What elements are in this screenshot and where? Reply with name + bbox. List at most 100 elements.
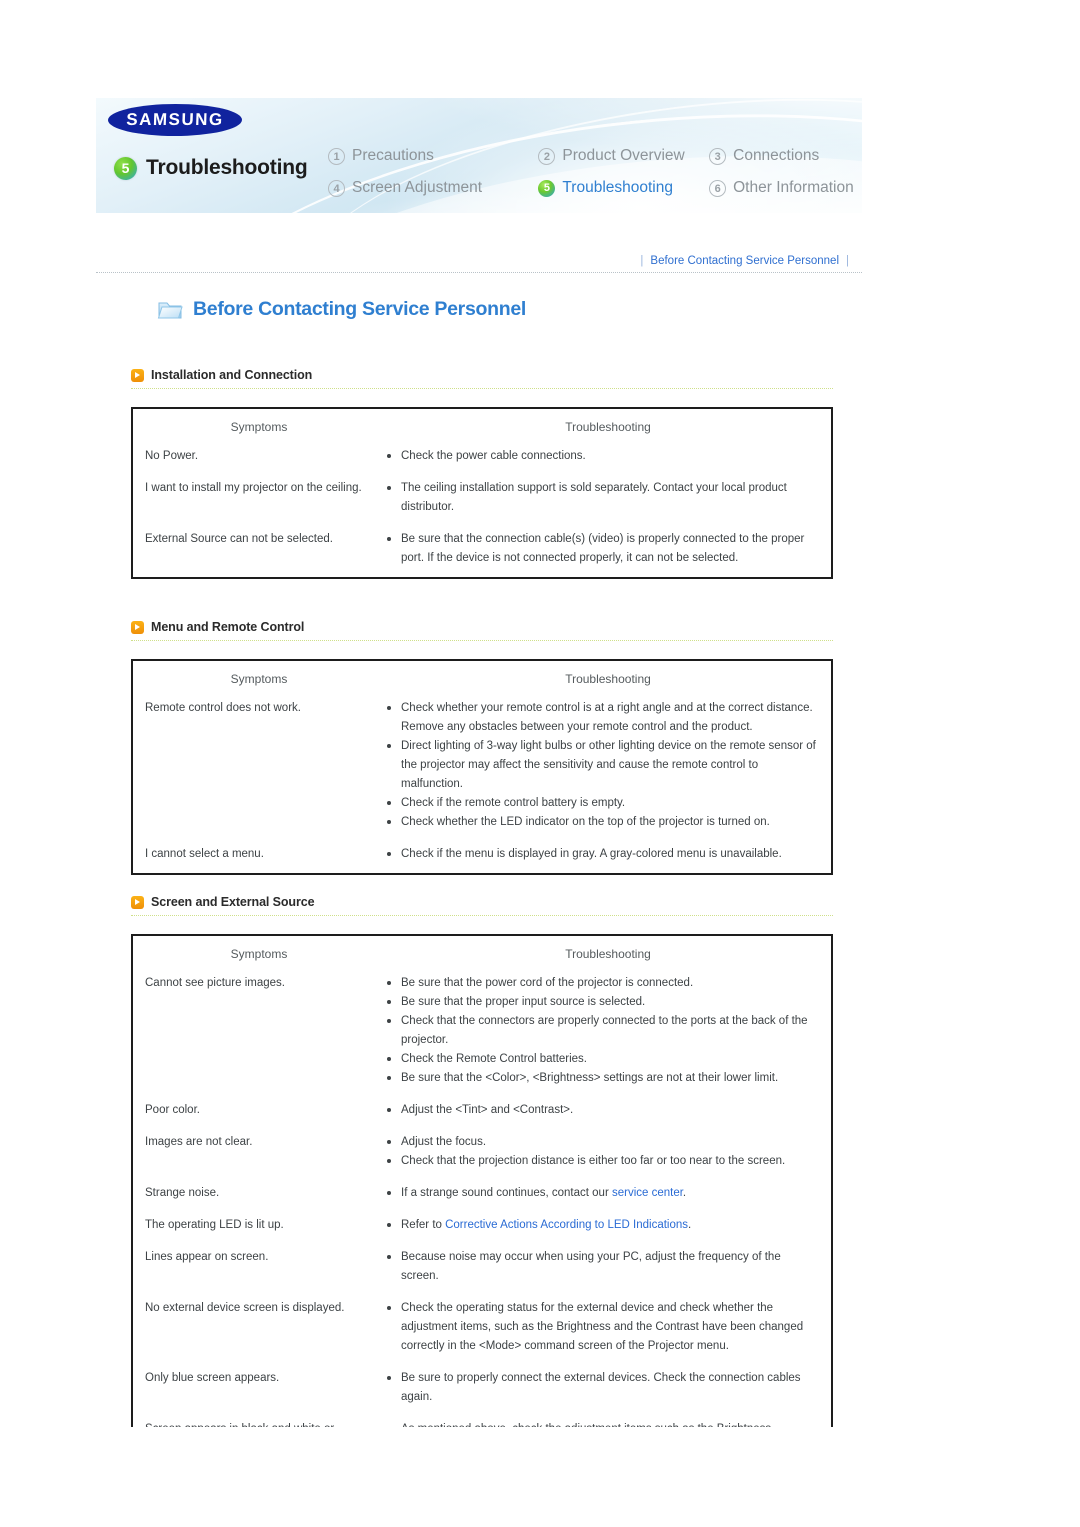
nav-label-1: Precautions [352,147,434,164]
tip-item: Check whether the LED indicator on the t… [385,813,817,832]
nav-item-other-information[interactable]: 6 Other Information [709,179,858,197]
tip-prefix: Refer to [401,1219,446,1231]
table-row: Screen appears in black and white or As … [133,1416,831,1427]
tip-item: Be sure that the <Color>, <Brightness> s… [385,1069,817,1088]
nav-label-4: Screen Adjustment [352,179,483,196]
tip-list: Be sure that the power cord of the proje… [385,974,817,1088]
troubleshooting-cell: As mentioned above, check the adjustment… [385,1420,831,1427]
tip-item: Check if the menu is displayed in gray. … [385,845,817,864]
nav-item-connections[interactable]: 3 Connections [709,147,858,165]
tip-suffix: . [688,1219,692,1231]
table-row: No external device screen is displayed. … [133,1295,831,1365]
column-header-troubleshooting: Troubleshooting [565,420,651,434]
arrow-right-icon [131,895,144,909]
nav-number-icon-5: 5 [538,179,556,197]
symptom-cell: Cannot see picture images. [145,977,285,989]
troubleshooting-cell: Check if the menu is displayed in gray. … [385,845,831,864]
symptom-cell: No Power. [145,450,199,462]
nav-number-icon-1: 1 [328,147,345,165]
led-indications-link[interactable]: Corrective Actions According to LED Indi… [445,1219,688,1231]
tip-item: Direct lighting of 3-way light bulbs or … [385,737,817,794]
tip-prefix: If a strange sound continues, contact ou… [401,1187,612,1199]
troubleshooting-cell: Check the operating status for the exter… [385,1299,831,1356]
chapter-nav-row-2: 4 Screen Adjustment 5 Troubleshooting 6 … [328,172,858,204]
table-row: Poor color. Adjust the <Tint> and <Contr… [133,1097,831,1129]
folder-icon [157,299,184,321]
samsung-logo: SAMSUNG [107,104,243,136]
symptom-cell: I cannot select a menu. [145,848,264,860]
section-1-title: Installation and Connection [151,368,313,382]
troubleshooting-cell: Be sure that the connection cable(s) (vi… [385,530,831,568]
tip-list: Be sure to properly connect the external… [385,1369,817,1407]
table-row: Strange noise. If a strange sound contin… [133,1180,831,1212]
nav-item-screen-adjustment[interactable]: 4 Screen Adjustment [328,179,538,197]
table-row: Lines appear on screen. Because noise ma… [133,1244,831,1295]
tip-list: Check the operating status for the exter… [385,1299,817,1356]
tip-item: Check if the remote control battery is e… [385,794,817,813]
tip-item: As mentioned above, check the adjustment… [385,1420,817,1427]
troubleshooting-cell: Check the power cable connections. [385,447,831,466]
tip-item: Be sure that the connection cable(s) (vi… [385,530,817,568]
chapter-number-badge: 5 [114,156,137,180]
section-installation-and-connection: Installation and Connection Symptoms Tro… [131,368,833,579]
table-row: Only blue screen appears. Be sure to pro… [133,1365,831,1416]
symptom-cell: Images are not clear. [145,1136,253,1148]
section-3-divider [131,915,833,917]
troubleshooting-cell: Adjust the <Tint> and <Contrast>. [385,1101,831,1120]
table-2-header-row: Symptoms Troubleshooting [133,661,831,695]
table-row: External Source can not be selected. Be … [133,526,831,577]
symptom-cell: Screen appears in black and white or [133,1420,385,1427]
column-header-symptoms: Symptoms [230,947,288,961]
service-center-link[interactable]: service center [612,1187,683,1199]
breadcrumb-current[interactable]: Before Contacting Service Personnel [650,255,839,267]
arrow-right-icon [131,368,144,382]
symptom-cell: Remote control does not work. [145,702,301,714]
symptom-cell: Poor color. [145,1104,200,1116]
chapter-title-label: Troubleshooting [146,156,308,179]
tip-list: Check whether your remote control is at … [385,699,817,832]
section-menu-and-remote-control: Menu and Remote Control Symptoms Trouble… [131,620,833,875]
nav-item-precautions[interactable]: 1 Precautions [328,147,538,165]
symptom-cell: Strange noise. [145,1187,220,1199]
tip-list: Check the power cable connections. [385,447,817,466]
troubleshooting-cell: Be sure that the power cord of the proje… [385,974,831,1088]
chapter-nav-row-1: 1 Precautions 2 Product Overview 3 Conne… [328,140,858,172]
symptom-cell: The operating LED is lit up. [145,1219,284,1231]
tip-item: Be sure to properly connect the external… [385,1369,817,1407]
tip-item: Check that the connectors are properly c… [385,1012,817,1050]
breadcrumb: | Before Contacting Service Personnel | [96,255,862,274]
section-1-header: Installation and Connection [131,368,833,385]
troubleshooting-cell: Check whether your remote control is at … [385,699,831,832]
troubleshooting-cell: Because noise may occur when using your … [385,1248,831,1286]
tip-item: The ceiling installation support is sold… [385,479,817,517]
page-title-label: Before Contacting Service Personnel [193,298,527,320]
column-header-troubleshooting: Troubleshooting [565,672,651,686]
troubleshooting-table-2: Symptoms Troubleshooting Remote control … [131,659,833,875]
tip-list: Adjust the <Tint> and <Contrast>. [385,1101,817,1120]
symptom-cell: No external device screen is displayed. [145,1302,345,1314]
breadcrumb-separator-right: | [846,255,849,267]
nav-number-icon-6: 6 [709,179,727,197]
tip-item: If a strange sound continues, contact ou… [385,1184,817,1203]
nav-item-troubleshooting[interactable]: 5 Troubleshooting [538,179,709,197]
nav-item-product-overview[interactable]: 2 Product Overview [538,147,709,165]
troubleshooting-cell: The ceiling installation support is sold… [385,479,831,517]
tip-list: If a strange sound continues, contact ou… [385,1184,817,1203]
tip-item: Be sure that the proper input source is … [385,993,817,1012]
table-row: I want to install my projector on the ce… [133,475,831,526]
tip-list: Adjust the focus. Check that the project… [385,1133,817,1171]
page-title: Before Contacting Service Personnel [157,298,526,321]
page-header-banner: SAMSUNG 5 Troubleshooting 1 Precautions … [96,98,862,213]
section-screen-and-external-source: Screen and External Source Symptoms Trou… [131,895,833,1427]
table-3-header-row: Symptoms Troubleshooting [133,936,831,970]
breadcrumb-divider [96,272,862,274]
section-2-header: Menu and Remote Control [131,620,833,637]
symptom-cell: Only blue screen appears. [145,1372,280,1384]
breadcrumb-line: | Before Contacting Service Personnel | [96,255,862,272]
section-2-divider [131,640,833,642]
table-row: I cannot select a menu. Check if the men… [133,841,831,873]
nav-number-icon-4: 4 [328,179,345,197]
troubleshooting-cell: Refer to Corrective Actions According to… [385,1216,831,1235]
tip-item: Check whether your remote control is at … [385,699,817,737]
nav-label-5: Troubleshooting [562,179,673,196]
